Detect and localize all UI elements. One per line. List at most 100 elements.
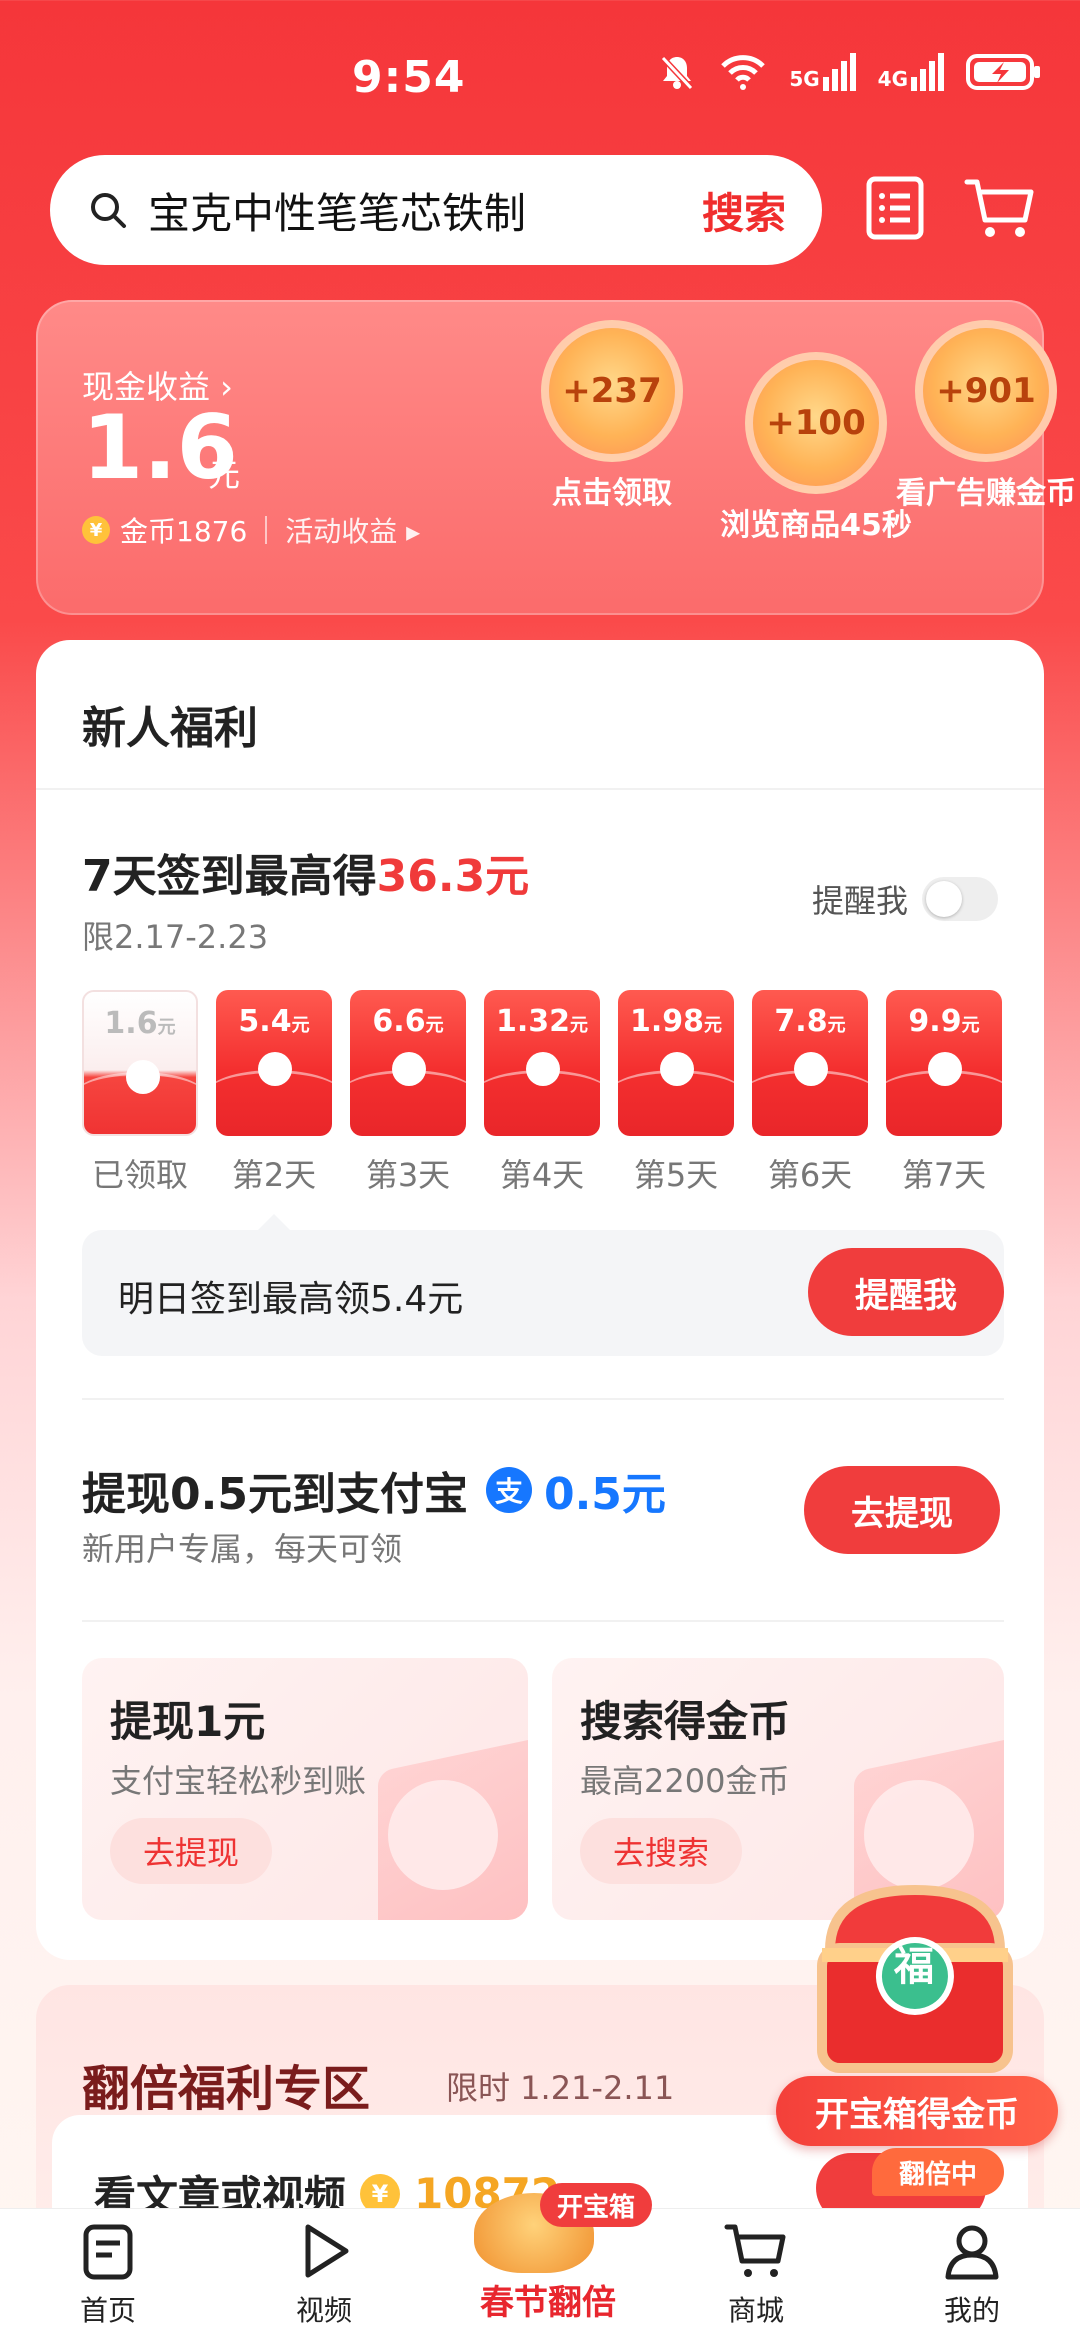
red-envelope-icon: 5.4元 <box>216 990 332 1136</box>
sign-in-title-amount: 36.3元 <box>376 851 530 902</box>
nav-mall[interactable]: 商城 <box>696 2221 816 2329</box>
day-value: 1.6 <box>104 1006 158 1041</box>
search-bar[interactable]: 宝克中性笔笔芯铁制 搜索 <box>50 155 822 265</box>
bottom-nav: 首页 视频 开宝箱 春节翻倍 商城 我的 <box>0 2183 1080 2340</box>
withdraw-amount: 0.5元 <box>543 1469 666 1520</box>
coin-bubble-value: +901 <box>915 320 1057 462</box>
nav-spring-double[interactable]: 开宝箱 春节翻倍 <box>444 2183 652 2340</box>
coin-bubble-ad[interactable]: +901 看广告赚金币 <box>886 320 1080 512</box>
remind-toggle-switch[interactable] <box>922 877 998 921</box>
nav-label: 我的 <box>943 2294 1000 2327</box>
coin-icon: ¥ <box>82 516 110 544</box>
doubling-badge: 翻倍中 <box>872 2148 1004 2196</box>
coin-bubble-claim[interactable]: +237 点击领取 <box>512 320 712 512</box>
nav-label: 商城 <box>727 2294 784 2327</box>
red-envelope-icon: 1.32元 <box>484 990 600 1136</box>
day-value: 6.6 <box>372 1004 426 1039</box>
day-label: 第5天 <box>633 1156 719 1194</box>
mini-card-subtitle: 支付宝轻松秒到账 <box>110 1762 367 1800</box>
sign-in-day[interactable]: 9.9元 第7天 <box>886 990 1002 1196</box>
newcomer-benefits-panel: 新人福利 7天签到最高得36.3元 限2.17-2.23 提醒我 1.6元 已领… <box>36 640 1044 1960</box>
withdraw-alipay-title: 提现0.5元到支付宝 支 0.5元 <box>82 1458 666 1522</box>
cart-icon[interactable] <box>964 176 1036 242</box>
status-time: 9:54 <box>352 52 466 103</box>
sign-in-day[interactable]: 7.8元 第6天 <box>752 990 868 1196</box>
tomorrow-tip-text: 明日签到最高领5.4元 <box>118 1279 464 1320</box>
sign-in-day[interactable]: 5.4元 第2天 <box>216 990 332 1196</box>
sign-in-title: 7天签到最高得36.3元 <box>82 840 529 904</box>
day-unit: 元 <box>704 1015 723 1036</box>
day-value: 1.98 <box>629 1004 705 1039</box>
day-value: 1.32 <box>495 1004 571 1039</box>
coin-bubble-caption: 点击领取 <box>552 476 672 511</box>
nav-video[interactable]: 视频 <box>264 2221 384 2329</box>
day-label: 第2天 <box>231 1156 317 1194</box>
day-label: 第6天 <box>767 1156 853 1194</box>
coin-bubble-value: +100 <box>745 352 887 494</box>
day-unit: 元 <box>425 1015 444 1036</box>
sign-in-days: 1.6元 已领取 5.4元 第2天 6.6元 第3天 1.32元 第4天 1.9… <box>82 990 1004 1194</box>
coin-balance[interactable]: 金币1876 <box>120 510 247 550</box>
withdraw-button[interactable]: 去提现 <box>804 1466 1000 1554</box>
wifi-icon <box>721 55 766 90</box>
day-unit: 元 <box>291 1015 310 1036</box>
person-icon <box>945 2225 999 2280</box>
go-withdraw-button[interactable]: 去提现 <box>110 1818 272 1884</box>
withdraw-title-text: 提现0.5元到支付宝 <box>82 1469 468 1520</box>
day-value: 5.4 <box>238 1004 292 1039</box>
double-welfare-limit: 限时 1.21-2.11 <box>446 2069 675 2107</box>
remind-toggle-row[interactable]: 提醒我 <box>812 876 998 922</box>
search-button[interactable]: 搜索 <box>702 180 786 241</box>
activity-earnings-link[interactable]: 活动收益 ▸ <box>285 510 420 550</box>
signal-5g-label: 5G <box>789 67 820 91</box>
chest-fortune-glyph: 福 <box>894 1944 934 1990</box>
search-input[interactable]: 宝克中性笔笔芯铁制 <box>148 180 702 241</box>
coins-divider <box>265 516 268 544</box>
coin-bubble-caption: 看广告赚金币 <box>896 476 1076 511</box>
day-unit: 元 <box>570 1015 589 1036</box>
alipay-icon: 支 <box>485 1467 532 1513</box>
open-chest-button[interactable]: 开宝箱得金币 <box>776 2076 1058 2146</box>
mini-card-title: 搜索得金币 <box>580 1697 791 1746</box>
red-envelope-icon: 9.9元 <box>886 990 1002 1136</box>
search-icon <box>91 193 126 228</box>
red-envelope-icon: 1.98元 <box>618 990 734 1136</box>
section-divider <box>82 1620 1004 1622</box>
day-unit: 元 <box>961 1015 980 1036</box>
nav-label: 视频 <box>295 2294 352 2327</box>
panel-title: 新人福利 <box>36 640 1044 790</box>
coins-row: ¥ 金币1876 活动收益 ▸ <box>82 510 420 550</box>
coin-decoration <box>388 1780 498 1890</box>
sign-in-day[interactable]: 1.32元 第4天 <box>484 990 600 1196</box>
nav-home[interactable]: 首页 <box>48 2221 168 2329</box>
order-list-icon[interactable] <box>866 176 924 240</box>
mini-card-title: 提现1元 <box>110 1697 266 1746</box>
earnings-card: 现金收益 › 1.6 元 ¥ 金币1876 活动收益 ▸ +237 点击领取 +… <box>36 300 1076 615</box>
spring-double-label: 春节翻倍 <box>480 2283 616 2323</box>
withdraw-1-card[interactable]: 提现1元 支付宝轻松秒到账 去提现 <box>82 1658 528 1920</box>
nav-profile[interactable]: 我的 <box>912 2221 1032 2329</box>
day-unit: 元 <box>827 1015 846 1036</box>
red-envelope-icon: 7.8元 <box>752 990 868 1136</box>
double-welfare-title: 翻倍福利专区 <box>82 2061 371 2117</box>
nav-label: 首页 <box>79 2294 136 2327</box>
home-icon <box>83 2224 133 2280</box>
withdraw-subtitle: 新用户专属，每天可领 <box>82 1530 403 1568</box>
mute-bell-icon <box>661 55 694 91</box>
sign-in-day[interactable]: 1.6元 已领取 <box>82 990 198 1196</box>
mini-card-subtitle: 最高2200金币 <box>580 1762 790 1800</box>
signal-5g-icon: 5G <box>789 53 856 91</box>
sign-in-day[interactable]: 1.98元 第5天 <box>618 990 734 1196</box>
sign-in-day[interactable]: 6.6元 第3天 <box>350 990 466 1196</box>
play-icon <box>305 2224 349 2278</box>
coin-bubble-value: +237 <box>541 320 683 462</box>
day-value: 7.8 <box>774 1004 828 1039</box>
cash-unit: 元 <box>208 456 241 494</box>
go-search-button[interactable]: 去搜索 <box>580 1818 742 1884</box>
day-label: 已领取 <box>91 1156 188 1194</box>
day-unit: 元 <box>157 1017 176 1038</box>
remind-me-button[interactable]: 提醒我 <box>808 1248 1004 1336</box>
day-label: 第4天 <box>499 1156 585 1194</box>
open-chest-pill: 开宝箱 <box>540 2183 652 2227</box>
battery-charging-icon <box>966 54 1040 90</box>
